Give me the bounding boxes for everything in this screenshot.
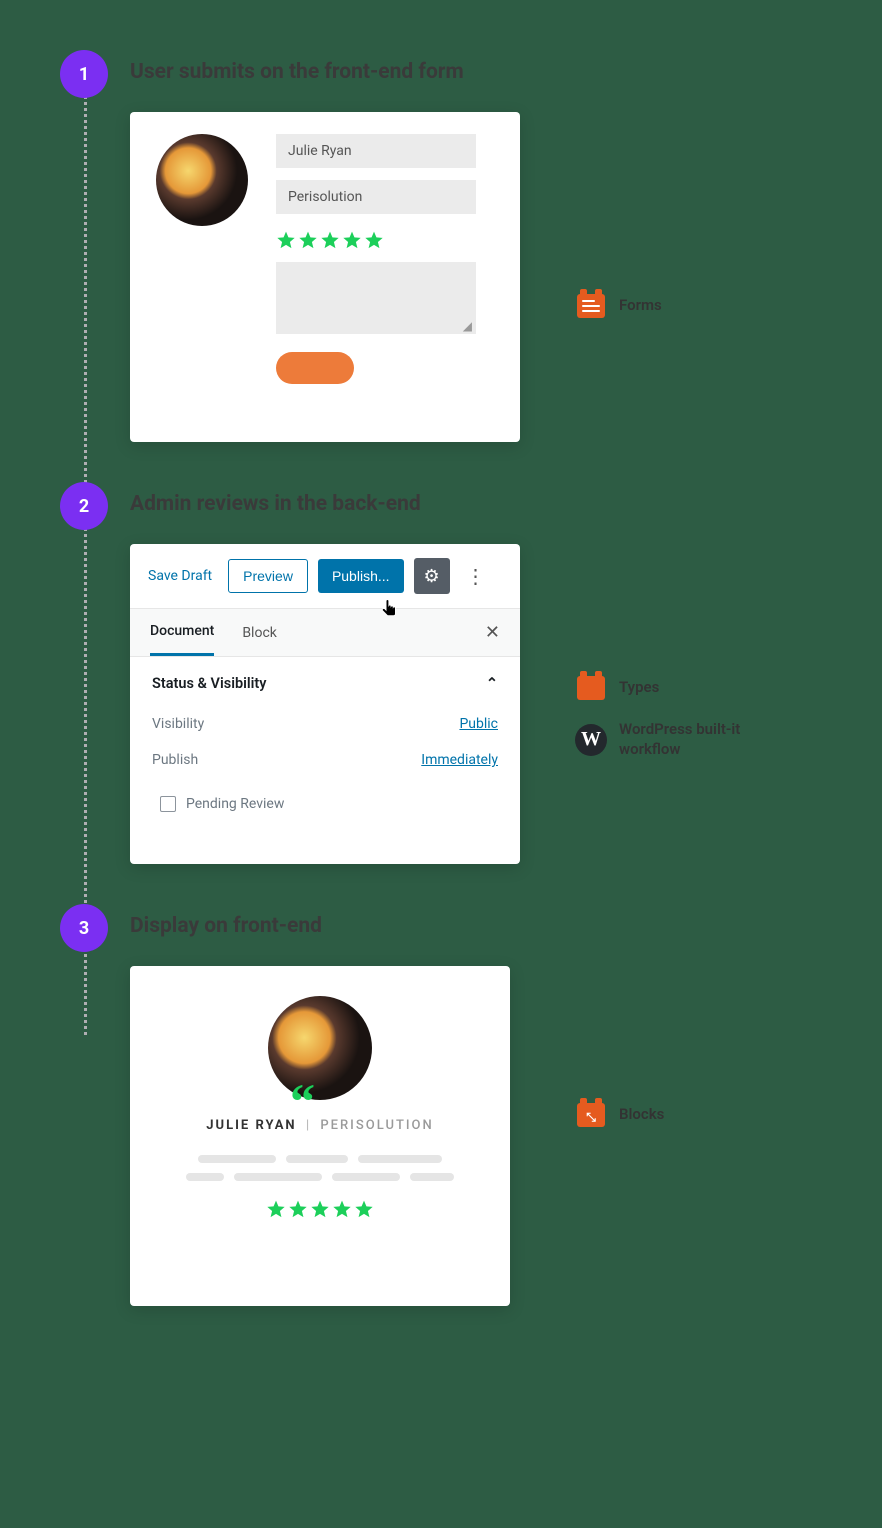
editor-toolbar: Save Draft Preview Publish... ⚙ ⋮: [130, 544, 520, 609]
side-label: Forms: [619, 296, 662, 316]
chevron-up-icon: ⌃: [486, 675, 498, 692]
side-blocks: ⤡ Blocks: [575, 1099, 664, 1131]
tab-block[interactable]: Block: [242, 611, 277, 655]
step-number: 2: [60, 482, 108, 530]
tab-document[interactable]: Document: [150, 609, 214, 656]
side-wordpress: W WordPress built-it workflow: [575, 720, 799, 759]
pending-label: Pending Review: [186, 796, 284, 812]
step-number: 1: [60, 50, 108, 98]
checkbox[interactable]: [160, 796, 176, 812]
publish-button[interactable]: Publish...: [318, 559, 404, 593]
step-title: Admin reviews in the back-end: [130, 492, 540, 516]
submit-button[interactable]: [276, 352, 354, 384]
star-icon: [364, 230, 384, 250]
wordpress-icon: W: [575, 724, 607, 756]
types-icon: [575, 672, 607, 704]
star-icon: [354, 1199, 374, 1219]
kebab-icon: ⋮: [466, 564, 486, 588]
step-title: Display on front-end: [130, 914, 540, 938]
text-placeholder-row: [170, 1173, 470, 1181]
star-icon: [288, 1199, 308, 1219]
side-label: Blocks: [619, 1105, 664, 1125]
status-panel: Status & Visibility ⌃ Visibility Public …: [130, 657, 520, 818]
forms-icon: [575, 290, 607, 322]
sidebar-tabs: Document Block ✕: [130, 609, 520, 657]
star-icon: [320, 230, 340, 250]
author-line: JULIE RYAN | PERISOLUTION: [170, 1118, 470, 1133]
cursor-pointer-icon: [378, 596, 402, 620]
settings-button[interactable]: ⚙: [414, 558, 450, 594]
side-types: Types: [575, 672, 799, 704]
star-icon: [310, 1199, 330, 1219]
publish-link[interactable]: Immediately: [421, 752, 498, 768]
panel-title: Status & Visibility: [152, 675, 267, 692]
star-icon: [266, 1199, 286, 1219]
step-3: 3 Display on front-end “ JULIE RYAN | PE…: [0, 904, 882, 1306]
star-icon: [342, 230, 362, 250]
step-number: 3: [60, 904, 108, 952]
company-input[interactable]: Perisolution: [276, 180, 476, 214]
gear-icon: ⚙: [423, 566, 439, 587]
avatar-wrap: “: [268, 996, 372, 1100]
step-1: 1 User submits on the front-end form Jul…: [0, 50, 882, 442]
author-org: PERISOLUTION: [320, 1118, 433, 1133]
admin-card: Save Draft Preview Publish... ⚙ ⋮ Docume…: [130, 544, 520, 864]
side-forms: Forms: [575, 290, 662, 322]
save-draft-link[interactable]: Save Draft: [148, 568, 212, 584]
name-input[interactable]: Julie Ryan: [276, 134, 476, 168]
side-label: Types: [619, 678, 659, 698]
visibility-row: Visibility Public: [152, 706, 498, 742]
rating-display: [170, 1199, 470, 1219]
comment-textarea[interactable]: ◢: [276, 262, 476, 334]
row-label: Publish: [152, 752, 198, 768]
resize-handle-icon[interactable]: ◢: [463, 320, 472, 332]
close-button[interactable]: ✕: [485, 622, 500, 643]
quote-icon: “: [290, 1089, 311, 1114]
row-label: Visibility: [152, 716, 204, 732]
step-2: 2 Admin reviews in the back-end Save Dra…: [0, 482, 882, 864]
side-label: WordPress built-it workflow: [619, 720, 799, 759]
author-name: JULIE RYAN: [206, 1118, 296, 1133]
rating-input[interactable]: [276, 230, 494, 250]
preview-button[interactable]: Preview: [228, 559, 308, 593]
star-icon: [298, 230, 318, 250]
close-icon: ✕: [485, 622, 500, 643]
visibility-link[interactable]: Public: [459, 716, 498, 732]
blocks-icon: ⤡: [575, 1099, 607, 1131]
avatar: [156, 134, 248, 226]
step-title: User submits on the front-end form: [130, 60, 540, 84]
avatar: [268, 996, 372, 1100]
text-placeholder-row: [170, 1155, 470, 1163]
testimonial-card: “ JULIE RYAN | PERISOLUTION: [130, 966, 510, 1306]
publish-row: Publish Immediately: [152, 742, 498, 778]
star-icon: [276, 230, 296, 250]
panel-toggle[interactable]: Status & Visibility ⌃: [152, 657, 498, 706]
form-card: Julie Ryan Perisolution ◢: [130, 112, 520, 442]
pending-review-row[interactable]: Pending Review: [152, 778, 498, 818]
star-icon: [332, 1199, 352, 1219]
more-menu-button[interactable]: ⋮: [460, 564, 492, 588]
